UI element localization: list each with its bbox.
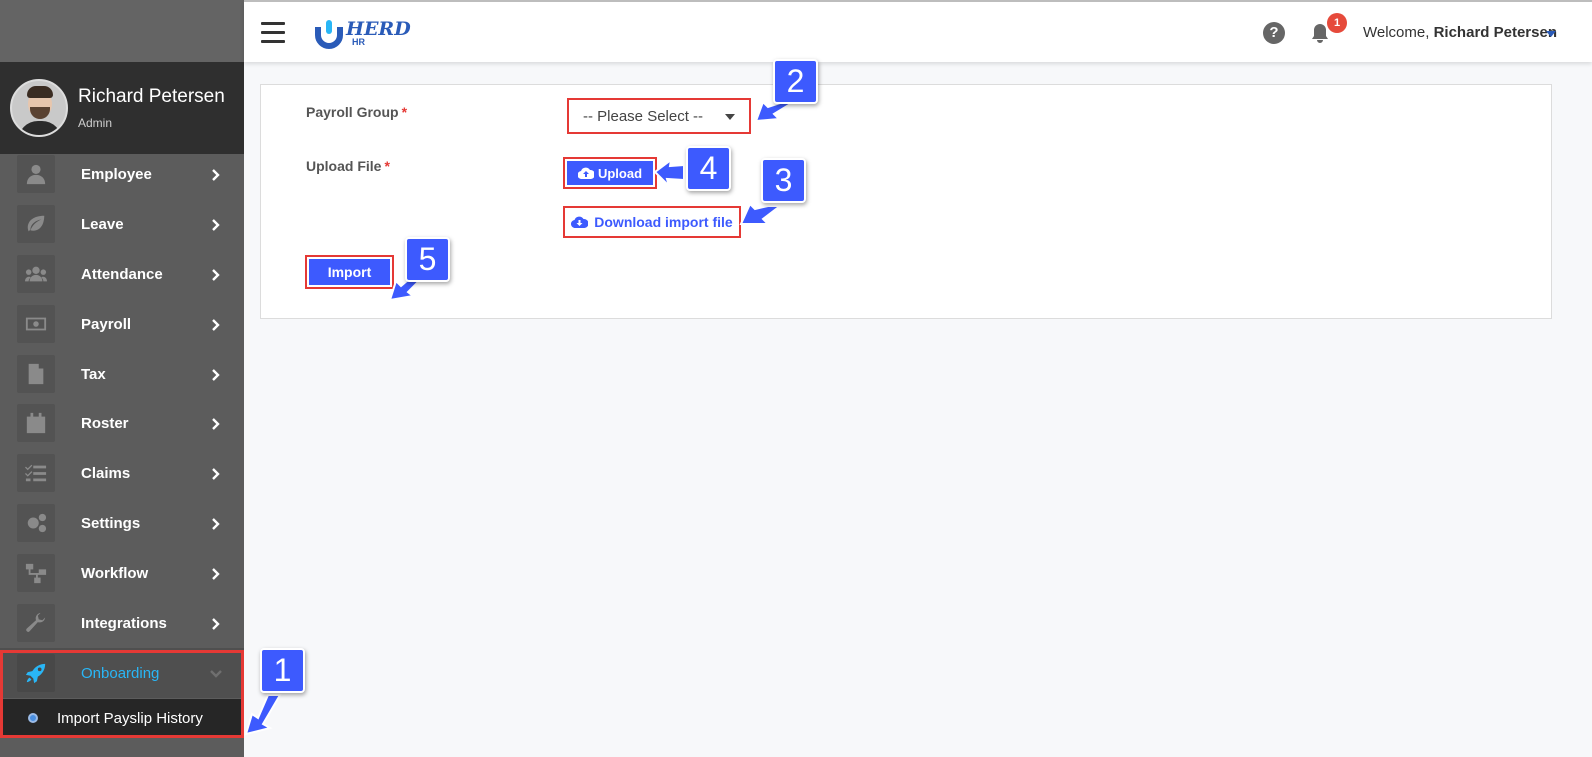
upload-file-label: Upload File * [306,158,390,174]
gears-icon [17,504,55,542]
file-icon [17,355,55,393]
sidebar-item-roster[interactable]: Roster [0,398,244,448]
chevron-right-icon [210,318,222,331]
import-button[interactable]: Import [305,255,394,289]
callout-step-3: 3 [761,158,806,203]
caret-down-icon [725,114,735,120]
payroll-group-value: -- Please Select -- [583,108,704,125]
sidebar-item-integrations[interactable]: Integrations [0,598,244,648]
sidebar-item-attendance[interactable]: Attendance [0,249,244,299]
logo[interactable]: HERD HR [314,15,414,51]
sidebar-item-leave[interactable]: Leave [0,199,244,249]
sidebar-item-label: Integrations [81,614,167,632]
welcome-prefix: Welcome, [1363,24,1430,41]
logo-sub: HR [352,37,365,47]
notification-badge: 1 [1327,13,1347,33]
welcome-name: Richard Petersen [1433,24,1557,41]
caret-down-icon[interactable] [1546,31,1556,37]
profile-role: Admin [78,116,113,130]
leaf-icon [17,205,55,243]
chevron-right-icon [210,368,222,381]
sidebar-item-claims[interactable]: Claims [0,448,244,498]
sidebar-item-label: Attendance [81,265,163,283]
sitemap-icon [17,554,55,592]
chevron-right-icon [210,517,222,530]
chevron-right-icon [210,168,222,181]
sidebar-top [0,0,244,62]
download-import-file-link[interactable]: Download import file [563,206,741,238]
import-button-label: Import [327,264,372,280]
help-icon[interactable]: ? [1263,22,1285,44]
upload-button[interactable]: Upload [563,157,657,189]
wrench-icon [17,604,55,642]
sidebar-item-employee[interactable]: Employee [0,149,244,199]
chevron-right-icon [210,617,222,630]
users-icon [17,255,55,293]
cloud-upload-icon [577,167,594,179]
sidebar-item-label: Workflow [81,564,149,582]
chevron-right-icon [210,417,222,430]
sidebar-item-label: Settings [81,514,141,532]
user-icon [17,155,55,193]
sidebar-item-label: Payroll [81,315,132,333]
callout-step-5: 5 [405,237,450,282]
sidebar-item-label: Employee [81,165,152,183]
checklist-icon [17,454,55,492]
chevron-right-icon [210,467,222,480]
money-icon [17,305,55,343]
top-header: HERD HR ? 1 Welcome, Richard Petersen [244,0,1592,62]
callout-step-1: 1 [260,648,305,693]
sidebar-item-payroll[interactable]: Payroll [0,299,244,349]
chevron-right-icon [210,218,222,231]
sidebar-item-settings[interactable]: Settings [0,498,244,548]
hamburger-menu-icon[interactable] [261,22,285,43]
sidebar-item-label: Leave [81,215,124,233]
sidebar-item-label: Tax [81,365,106,383]
sidebar-item-tax[interactable]: Tax [0,349,244,399]
welcome-user-menu[interactable]: Welcome, Richard Petersen [1363,24,1557,41]
callout-step-4: 4 [686,146,731,191]
profile-name: Richard Petersen [78,86,225,107]
chevron-right-icon [210,567,222,580]
callout-step-2: 2 [773,59,818,104]
upload-button-label: Upload [597,165,643,181]
import-form-panel [260,84,1552,319]
sidebar-item-workflow[interactable]: Workflow [0,548,244,598]
payroll-group-select[interactable]: -- Please Select -- [567,98,751,134]
highlight-box-onboarding [0,650,244,738]
sidebar-item-label: Roster [81,414,129,432]
payroll-group-label: Payroll Group * [306,104,408,120]
user-profile: Richard Petersen Admin [0,62,244,154]
avatar [10,79,68,137]
download-button-label: Download import file [594,214,733,230]
chevron-right-icon [210,268,222,281]
calendar-icon [17,404,55,442]
logo-mark-icon [315,20,343,49]
cloud-download-icon [571,216,589,228]
sidebar-item-label: Claims [81,464,131,482]
